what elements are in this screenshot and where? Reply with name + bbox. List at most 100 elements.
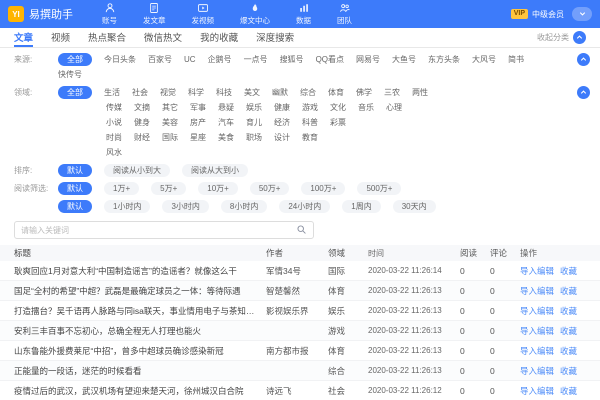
field-option[interactable]: 风水: [106, 146, 122, 159]
field-option[interactable]: 职场: [246, 131, 262, 144]
field-option[interactable]: 设计: [274, 131, 290, 144]
article-title[interactable]: 打造擂台？吴千语再人脉路与同isa联天，事业情用电子与茶知境大生活: [14, 305, 266, 317]
source-option[interactable]: 大风号: [472, 53, 496, 66]
field-option[interactable]: 科普: [302, 116, 318, 129]
field-option[interactable]: 游戏: [302, 101, 318, 114]
source-collapse-chevron-up-icon[interactable]: [577, 53, 590, 66]
field-option[interactable]: 综合: [300, 86, 316, 99]
favorite-link[interactable]: 收藏: [560, 385, 577, 397]
source-option[interactable]: 东方头条: [428, 53, 460, 66]
field-option[interactable]: 健康: [274, 101, 290, 114]
nav-item-data[interactable]: 数据: [283, 0, 324, 28]
nav-item-account[interactable]: 账号: [89, 0, 130, 28]
import-edit-link[interactable]: 导入编辑: [520, 325, 554, 337]
article-title[interactable]: 安利三丰百事不忘初心，总确全程无人打理也能火: [14, 325, 266, 337]
favorite-link[interactable]: 收藏: [560, 345, 577, 357]
field-option[interactable]: 军事: [190, 101, 206, 114]
time-option[interactable]: 30天内: [393, 200, 436, 213]
favorite-link[interactable]: 收藏: [560, 285, 577, 297]
sort-option[interactable]: 阅读从小到大: [104, 164, 170, 177]
search-input[interactable]: [21, 226, 296, 235]
field-option[interactable]: 美容: [162, 116, 178, 129]
tab[interactable]: 深度搜索: [256, 28, 294, 47]
field-option[interactable]: 心理: [386, 101, 402, 114]
search-box[interactable]: [14, 221, 314, 239]
reads-default-pill[interactable]: 默认: [58, 182, 92, 195]
import-edit-link[interactable]: 导入编辑: [520, 285, 554, 297]
source-option[interactable]: 今日头条: [104, 53, 136, 66]
favorite-link[interactable]: 收藏: [560, 365, 577, 377]
tab[interactable]: 微信热文: [144, 28, 182, 47]
time-option[interactable]: 8小时内: [221, 200, 267, 213]
import-edit-link[interactable]: 导入编辑: [520, 305, 554, 317]
article-title[interactable]: 国足“全村的希望”中超？武磊是最确定球员之一体：等待际遇: [14, 285, 266, 297]
article-title[interactable]: 耿爽回应1月对意大利“中国制造谣言”的造谣者？就像这么干: [14, 265, 266, 277]
sort-option[interactable]: 阅读从大到小: [182, 164, 248, 177]
source-option[interactable]: 快传号: [58, 68, 82, 81]
field-option[interactable]: 汽车: [218, 116, 234, 129]
field-option[interactable]: 健身: [134, 116, 150, 129]
favorite-link[interactable]: 收藏: [560, 265, 577, 277]
source-option[interactable]: 百家号: [148, 53, 172, 66]
reads-option[interactable]: 50万+: [250, 182, 290, 195]
field-option[interactable]: 体育: [328, 86, 344, 99]
field-option[interactable]: 佛学: [356, 86, 372, 99]
reads-option[interactable]: 10万+: [198, 182, 238, 195]
field-option[interactable]: 美文: [244, 86, 260, 99]
import-edit-link[interactable]: 导入编辑: [520, 385, 554, 397]
import-edit-link[interactable]: 导入编辑: [520, 345, 554, 357]
field-option[interactable]: 三农: [384, 86, 400, 99]
field-collapse-chevron-up-icon[interactable]: [577, 86, 590, 99]
field-option[interactable]: 经济: [274, 116, 290, 129]
nav-item-team[interactable]: 团队: [324, 0, 365, 28]
field-option[interactable]: 幽默: [272, 86, 288, 99]
source-option[interactable]: QQ看点: [316, 53, 344, 66]
field-option[interactable]: 小说: [106, 116, 122, 129]
chevron-up-icon[interactable]: [573, 31, 586, 44]
field-option[interactable]: 文摘: [134, 101, 150, 114]
field-option[interactable]: 房产: [190, 116, 206, 129]
source-option[interactable]: 企鹅号: [208, 53, 232, 66]
nav-item-hot-article-center[interactable]: 爆文中心: [227, 0, 283, 28]
reads-option[interactable]: 500万+: [357, 182, 401, 195]
sort-default-pill[interactable]: 默认: [58, 164, 92, 177]
import-edit-link[interactable]: 导入编辑: [520, 265, 554, 277]
field-option[interactable]: 文化: [330, 101, 346, 114]
reads-option[interactable]: 5万+: [151, 182, 186, 195]
field-option[interactable]: 星座: [190, 131, 206, 144]
field-option[interactable]: 娱乐: [246, 101, 262, 114]
article-title[interactable]: 正能量的一段话，迷茫的时候看看: [14, 365, 266, 377]
favorite-link[interactable]: 收藏: [560, 325, 577, 337]
field-option[interactable]: 财经: [134, 131, 150, 144]
nav-item-publish-article[interactable]: 发文章: [130, 0, 179, 28]
favorite-link[interactable]: 收藏: [560, 305, 577, 317]
field-option[interactable]: 科技: [216, 86, 232, 99]
field-option[interactable]: 两性: [412, 86, 428, 99]
tab[interactable]: 视频: [51, 28, 70, 47]
time-option[interactable]: 3小时内: [162, 200, 208, 213]
field-option[interactable]: 社会: [132, 86, 148, 99]
collapse-categories[interactable]: 收起分类: [537, 28, 586, 47]
tab[interactable]: 我的收藏: [200, 28, 238, 47]
source-option[interactable]: 网易号: [356, 53, 380, 66]
nav-item-publish-video[interactable]: 发视频: [179, 0, 228, 28]
field-option[interactable]: 传媒: [106, 101, 122, 114]
reads-option[interactable]: 1万+: [104, 182, 139, 195]
source-option[interactable]: 简书: [508, 53, 524, 66]
time-option[interactable]: 1小时内: [104, 200, 150, 213]
field-option[interactable]: 科学: [188, 86, 204, 99]
time-option[interactable]: 24小时内: [279, 200, 330, 213]
field-option[interactable]: 美食: [218, 131, 234, 144]
time-option[interactable]: 1周内: [342, 200, 380, 213]
field-option[interactable]: 音乐: [358, 101, 374, 114]
field-option[interactable]: 育儿: [246, 116, 262, 129]
field-all-pill[interactable]: 全部: [58, 86, 92, 99]
source-all-pill[interactable]: 全部: [58, 53, 92, 66]
field-option[interactable]: 悬疑: [218, 101, 234, 114]
source-option[interactable]: 一点号: [244, 53, 268, 66]
source-option[interactable]: 搜狐号: [280, 53, 304, 66]
field-option[interactable]: 彩票: [330, 116, 346, 129]
article-title[interactable]: 疫情过后的武汉，武汉机场有望迎来楚天河，徐州城汉白合院: [14, 385, 266, 397]
field-option[interactable]: 生活: [104, 86, 120, 99]
import-edit-link[interactable]: 导入编辑: [520, 365, 554, 377]
